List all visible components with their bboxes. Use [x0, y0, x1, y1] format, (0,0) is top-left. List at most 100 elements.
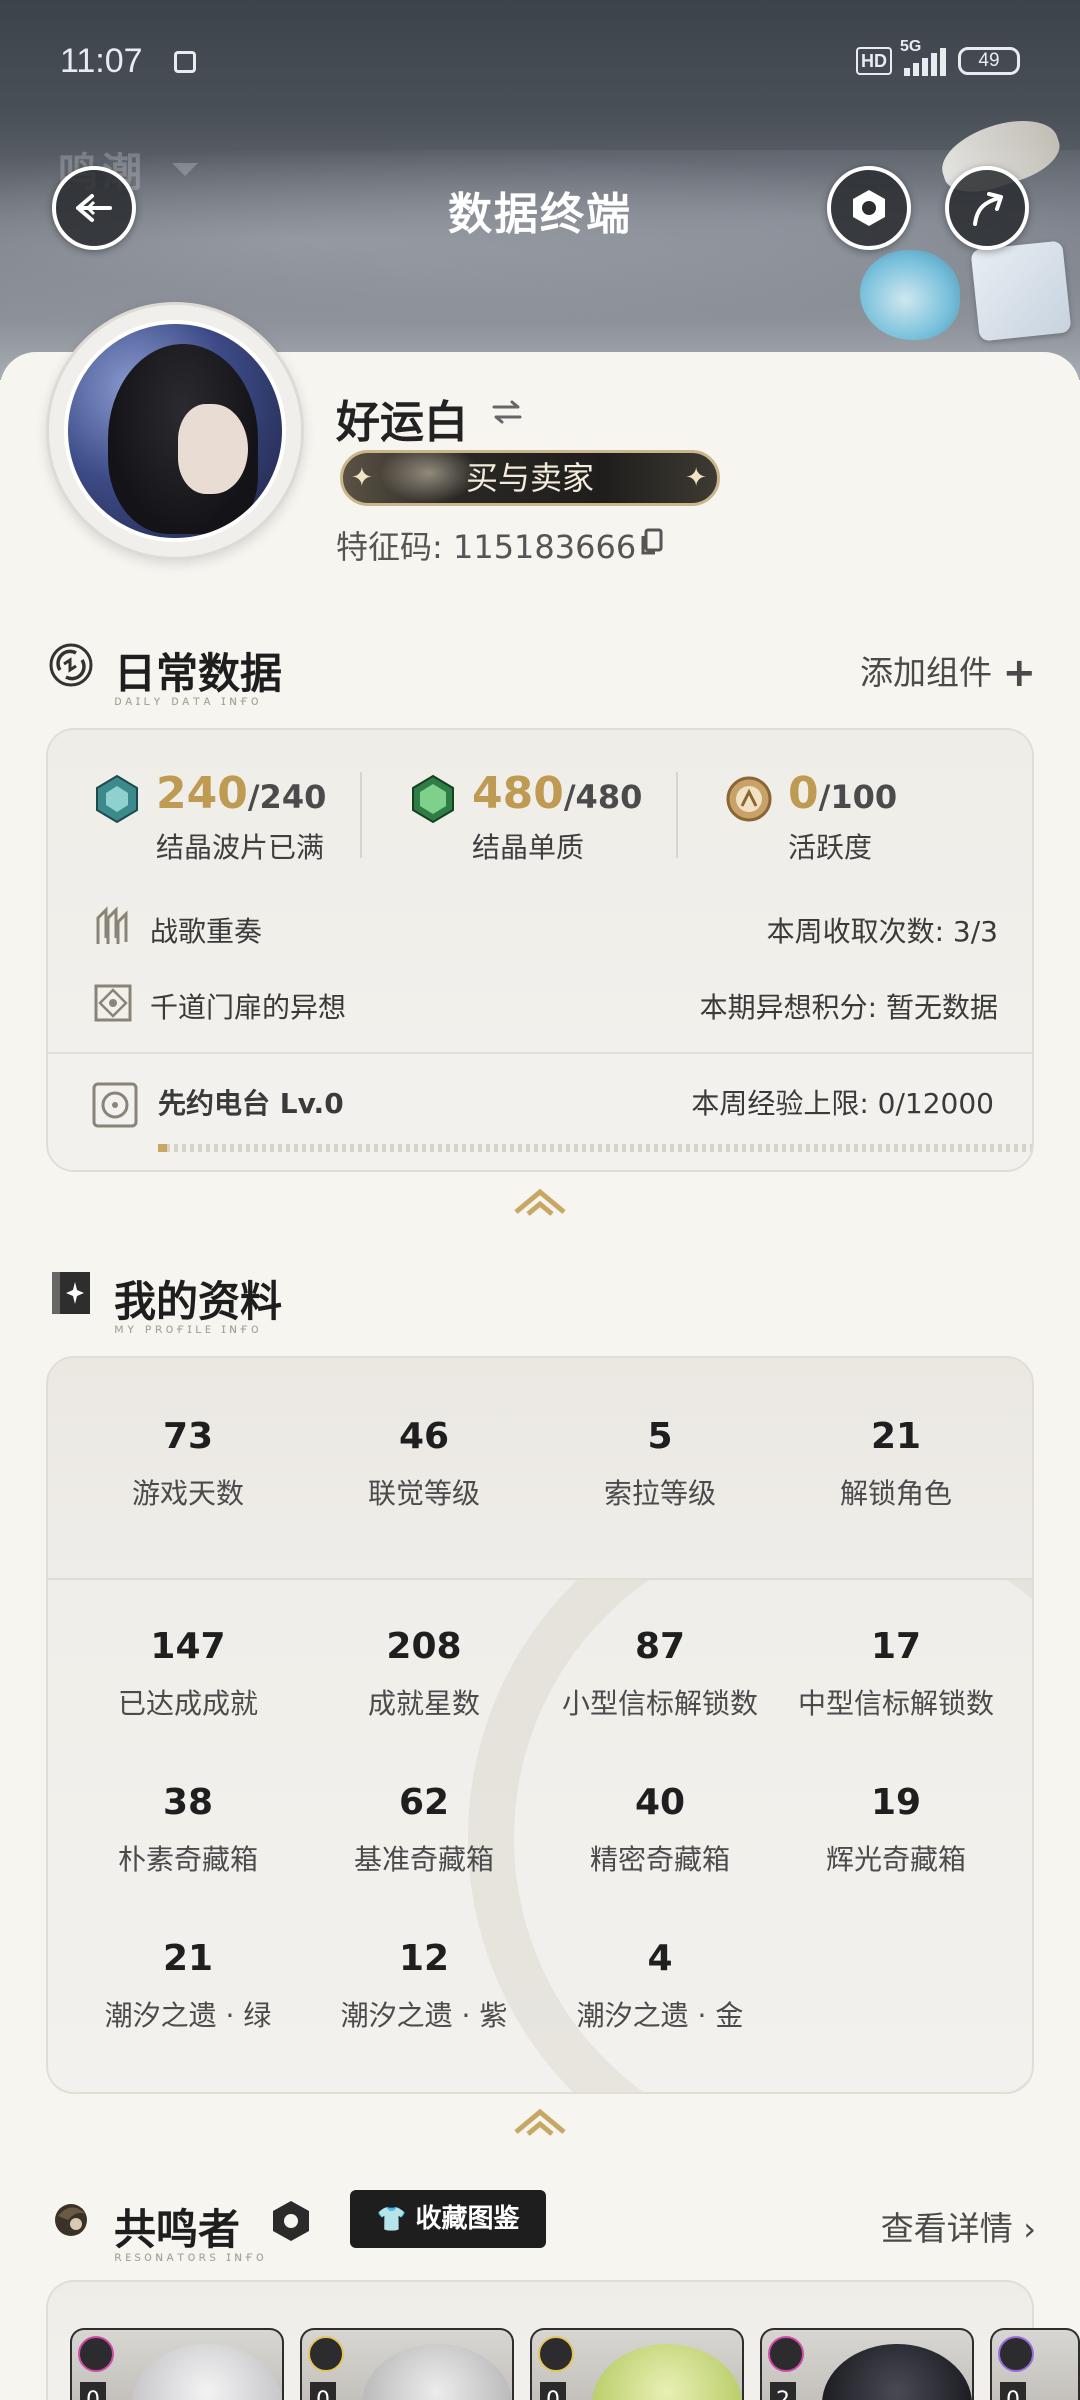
- stat-value: 21: [162, 1938, 214, 1979]
- stat-standard-chests: 62 基准奇藏箱: [306, 1782, 542, 1878]
- switch-account-icon[interactable]: [490, 398, 524, 426]
- stat-value: 19: [870, 1782, 922, 1823]
- shirt-icon: 👕: [376, 2205, 407, 2233]
- havoc-element-icon: [768, 2336, 804, 2372]
- resonator-card[interactable]: 2: [760, 2328, 974, 2400]
- stat-label: 潮汐之遗 · 紫: [340, 1999, 508, 2032]
- row-value: 本周收取次数: 3/3: [766, 915, 998, 948]
- daily-data-card: 240/240 结晶波片已满 480/480 结晶单质 0/100 活跃度 战歌…: [46, 728, 1034, 1172]
- daily-data-header: 日常数据 ᴅᴀɪʟʏ ᴅᴀᴛᴀ ɪɴғᴏ 添加组件 +: [46, 634, 1036, 709]
- crystal-solvent-resource: 480/480 结晶单质: [408, 768, 678, 878]
- battle-song-icon: [96, 906, 128, 944]
- pioneer-radio-panel[interactable]: 先约电台 Lv.0 本周经验上限: 0/12000: [48, 1052, 1032, 1170]
- share-button[interactable]: [945, 166, 1029, 250]
- activity-compass-icon: [726, 776, 772, 822]
- stat-basic-chests: 38 朴素奇藏箱: [70, 1782, 306, 1878]
- hexagon-settings-icon: [853, 190, 885, 226]
- stat-value: 40: [634, 1782, 686, 1823]
- crystal-solvent-value: 480/480: [472, 768, 642, 819]
- resonator-portrait: [592, 2344, 742, 2400]
- stat-value: 208: [386, 1626, 462, 1667]
- row-label: 战歌重奏: [150, 915, 263, 948]
- section-subtitle: ᴅᴀɪʟʏ ᴅᴀᴛᴀ ɪɴғᴏ: [114, 694, 262, 709]
- collapse-chevron-icon[interactable]: [512, 2106, 568, 2136]
- stat-label: 索拉等级: [603, 1477, 716, 1510]
- resonator-card[interactable]: 0: [990, 2328, 1080, 2400]
- stat-label: 成就星数: [367, 1687, 480, 1720]
- signal-icon: 5G: [900, 38, 946, 76]
- havoc-element-icon: [78, 2336, 114, 2372]
- uid-label: 特征码:: [336, 528, 453, 566]
- row-label: 千道门扉的异想: [150, 991, 347, 1024]
- stat-tidal-green: 21 潮汐之遗 · 绿: [70, 1938, 306, 2034]
- stat-value: 73: [162, 1416, 214, 1457]
- stat-value: 147: [150, 1626, 226, 1667]
- stat-tidal-gold: 4 潮汐之遗 · 金: [542, 1938, 778, 2034]
- stat-label: 游戏天数: [131, 1477, 244, 1510]
- profile-book-icon: [52, 1272, 90, 1314]
- share-arrow-icon: [973, 192, 1003, 226]
- resonator-portrait: [132, 2344, 282, 2400]
- title-badge-label: 买与卖家: [465, 459, 594, 497]
- my-profile-header: 我的资料 ᴍʏ ᴘʀᴏғɪʟᴇ ɪɴғᴏ: [46, 1262, 1036, 1337]
- view-details-link[interactable]: 查看详情 ›: [881, 2202, 1036, 2250]
- resonator-card[interactable]: 0: [70, 2328, 284, 2400]
- collection-guide-button[interactable]: 👕 收藏图鉴: [350, 2190, 546, 2248]
- chevron-right-icon: ›: [1023, 2210, 1036, 2248]
- waveplate-resource: 240/240 结晶波片已满: [92, 768, 362, 878]
- stat-label: 基准奇藏箱: [353, 1843, 494, 1876]
- resonator-sequence-count: 0: [80, 2382, 106, 2400]
- waveplate-icon: [96, 774, 138, 824]
- stat-sol-level: 5 索拉等级: [542, 1416, 778, 1512]
- stat-label: 已达成成就: [117, 1687, 258, 1720]
- my-profile-card: 73 游戏天数 46 联觉等级 5 索拉等级 21 解锁角色 147 已达成成就…: [46, 1356, 1034, 2094]
- uid-value: 115183666: [452, 528, 637, 566]
- stat-label: 联觉等级: [367, 1477, 480, 1510]
- stat-advanced-chests: 40 精密奇藏箱: [542, 1782, 778, 1878]
- stat-label: 小型信标解锁数: [561, 1687, 758, 1720]
- collapse-chevron-icon[interactable]: [512, 1186, 568, 1216]
- battery-icon: 49: [958, 47, 1020, 75]
- section-subtitle: ᴍʏ ᴘʀᴏғɪʟᴇ ɪɴғᴏ: [114, 1322, 262, 1337]
- crystal-solvent-icon: [412, 774, 454, 824]
- stat-tidal-purple: 12 潮汐之遗 · 紫: [306, 1938, 542, 2034]
- hexagon-filter-icon[interactable]: [268, 2198, 314, 2244]
- copy-icon[interactable]: [640, 528, 664, 556]
- resonator-portrait: [362, 2344, 512, 2400]
- stat-small-beacons: 87 小型信标解锁数: [542, 1626, 778, 1722]
- crystal-solvent-max: /480: [563, 778, 643, 816]
- tactical-hologram-row[interactable]: 战歌重奏 本周收取次数: 3/3: [90, 904, 998, 954]
- waveplate-max: /240: [247, 778, 327, 816]
- radio-disc-icon: [92, 1082, 138, 1128]
- avatar[interactable]: [64, 320, 286, 542]
- add-widget-label: 添加组件: [859, 653, 992, 692]
- stat-value: 46: [398, 1416, 450, 1457]
- crystal-solvent-current: 480: [472, 768, 564, 819]
- stat-value: 21: [870, 1416, 922, 1457]
- status-indicators: HD 5G 49: [856, 38, 1020, 76]
- stat-value: 12: [398, 1938, 450, 1979]
- view-details-label: 查看详情: [880, 2209, 1013, 2248]
- stat-label: 解锁角色: [839, 1477, 952, 1510]
- sparkle-icon: ✦: [685, 463, 707, 493]
- stat-union-level: 46 联觉等级: [306, 1416, 542, 1512]
- divider: [360, 772, 362, 858]
- stat-value: 17: [870, 1626, 922, 1667]
- waveplate-value: 240/240: [156, 768, 326, 819]
- stat-value: 4: [647, 1938, 673, 1979]
- sparkle-icon: ✦: [351, 463, 373, 493]
- settings-button[interactable]: [827, 166, 911, 250]
- stat-value: 5: [647, 1416, 673, 1457]
- add-widget-button[interactable]: 添加组件 +: [859, 646, 1036, 696]
- void-element-icon: [998, 2336, 1034, 2372]
- title-badge: ✦ 买与卖家 ✦: [340, 450, 720, 506]
- radio-progress-fill: [158, 1144, 167, 1152]
- plus-icon: +: [1002, 650, 1036, 696]
- user-name: 好运白: [336, 397, 468, 448]
- resonator-card[interactable]: 0: [530, 2328, 744, 2400]
- doors-fantasy-row[interactable]: 千道门扉的异想 本期异想积分: 暂无数据: [90, 980, 998, 1030]
- stat-exquisite-chests: 19 辉光奇藏箱: [778, 1782, 1014, 1878]
- game-switch-caret-icon: [172, 163, 198, 176]
- stat-value: 87: [634, 1626, 686, 1667]
- resonator-card[interactable]: 0: [300, 2328, 514, 2400]
